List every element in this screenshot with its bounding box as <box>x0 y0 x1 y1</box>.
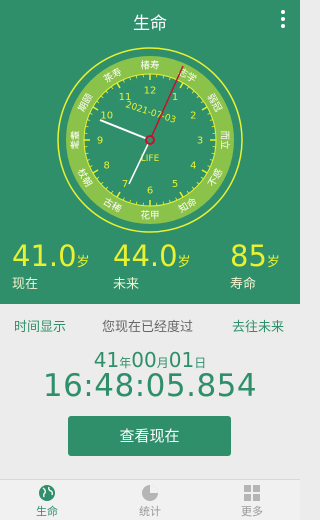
nav-item-more[interactable]: 更多 <box>222 484 282 519</box>
clock-center-pin <box>146 136 154 144</box>
clock-ring-label: 椿寿 <box>140 60 159 72</box>
clock-number: 7 <box>122 179 128 190</box>
mode-tabs: 时间显示 您现在已经度过 去往未来 <box>0 316 300 336</box>
nav-item-stats[interactable]: 统计 <box>120 484 180 519</box>
stat-now-value: 41.0 <box>12 239 77 273</box>
clock-number: 9 <box>97 136 103 147</box>
clock-center-text: LIFE <box>141 154 160 164</box>
bottom-nav: 生命 统计 更多 <box>0 479 300 520</box>
clock-ring-label: 耄耋 <box>70 130 82 149</box>
stat-future-value: 44.0 <box>113 239 178 273</box>
elapsed-time: 16:48:05.854 <box>0 368 300 404</box>
nav-label-more: 更多 <box>241 505 263 518</box>
clock-number: 4 <box>190 161 196 172</box>
more-menu-icon[interactable] <box>280 10 286 30</box>
elapsed-caption: 您现在已经度过 <box>102 316 193 335</box>
clock-ring-label: 花甲 <box>140 210 159 222</box>
stat-life: 85岁 寿命 <box>230 240 280 292</box>
stat-future-unit: 岁 <box>178 255 191 270</box>
clock-number: 2 <box>190 111 196 122</box>
header-panel: 生命 椿寿志学弱冠而立不惑知命花甲古稀杖朝耄耋期颐茶寿 121234567891… <box>0 0 300 304</box>
stat-now-unit: 岁 <box>77 255 90 270</box>
nav-label-life: 生命 <box>36 505 58 518</box>
clock-ring-label: 而立 <box>219 130 231 149</box>
app-title: 生命 <box>0 9 300 34</box>
globe-icon <box>38 484 56 502</box>
view-now-button[interactable]: 查看现在 <box>68 416 231 456</box>
stat-now: 41.0岁 现在 <box>12 240 90 292</box>
clock-number: 12 <box>144 86 157 97</box>
clock-number: 5 <box>172 179 178 190</box>
clock-number: 3 <box>197 136 203 147</box>
clock-number: 1 <box>172 92 178 103</box>
stat-life-value: 85 <box>230 239 267 273</box>
nav-item-life[interactable]: 生命 <box>17 484 77 519</box>
life-clock: 椿寿志学弱冠而立不惑知命花甲古稀杖朝耄耋期颐茶寿 121234567891011… <box>57 47 243 233</box>
stat-life-unit: 岁 <box>267 255 280 270</box>
clock-number: 6 <box>147 186 153 197</box>
stat-life-label: 寿命 <box>230 273 280 292</box>
tab-time-display[interactable]: 时间显示 <box>14 316 66 335</box>
clock-number: 8 <box>104 161 110 172</box>
stat-future: 44.0岁 未来 <box>113 240 191 292</box>
tab-go-future[interactable]: 去往未来 <box>232 316 284 335</box>
pie-chart-icon <box>141 484 159 502</box>
stat-now-label: 现在 <box>12 273 90 292</box>
stat-future-label: 未来 <box>113 273 191 292</box>
grid-icon <box>243 484 261 502</box>
nav-label-stats: 统计 <box>139 505 161 518</box>
